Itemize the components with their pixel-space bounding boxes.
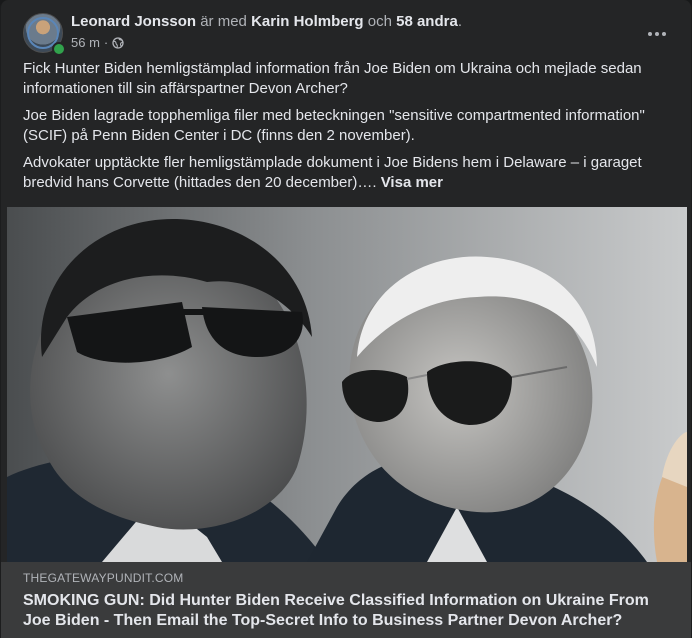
post-header: Leonard Jonsson är med Karin Holmberg oc… [23, 12, 675, 56]
author-name[interactable]: Leonard Jonsson [71, 13, 196, 30]
post-paragraph-text: Advokater upptäckte fler hemligstämplade… [23, 154, 642, 191]
tagged-others[interactable]: 58 andra [396, 13, 458, 30]
link-title[interactable]: SMOKING GUN: Did Hunter Biden Receive Cl… [23, 591, 673, 631]
post-paragraph: Fick Hunter Biden hemligstämplad informa… [23, 60, 642, 97]
link-domain: THEGATEWAYPUNDIT.COM [23, 571, 184, 585]
post-timestamp[interactable]: 56 m [71, 35, 100, 50]
and-text: och [367, 13, 392, 30]
post-text: Fick Hunter Biden hemligstämplad informa… [23, 59, 663, 200]
more-options-icon [648, 32, 652, 36]
feed-post: Leonard Jonsson är med Karin Holmberg oc… [0, 0, 692, 638]
online-status-indicator [52, 42, 66, 56]
post-meta: 56 m · [71, 35, 124, 50]
period: . [457, 13, 462, 30]
more-options-dot [655, 32, 659, 36]
post-attribution: Leonard Jonsson är med Karin Holmberg oc… [71, 13, 462, 30]
globe-icon[interactable] [112, 36, 124, 49]
photo-illustration [7, 207, 687, 562]
more-options-button[interactable] [639, 16, 675, 52]
link-preview-image[interactable] [7, 207, 687, 562]
post-paragraph: Joe Biden lagrade topphemliga filer med … [23, 107, 645, 144]
meta-separator: · [103, 35, 109, 50]
see-more-link[interactable]: Visa mer [381, 174, 443, 191]
more-options-dot [662, 32, 666, 36]
post-paragraph: Advokater upptäckte fler hemligstämplade… [23, 153, 663, 193]
tagged-person[interactable]: Karin Holmberg [251, 13, 364, 30]
with-text: är med [200, 13, 247, 30]
link-preview-footer[interactable]: THEGATEWAYPUNDIT.COM SMOKING GUN: Did Hu… [1, 562, 691, 638]
